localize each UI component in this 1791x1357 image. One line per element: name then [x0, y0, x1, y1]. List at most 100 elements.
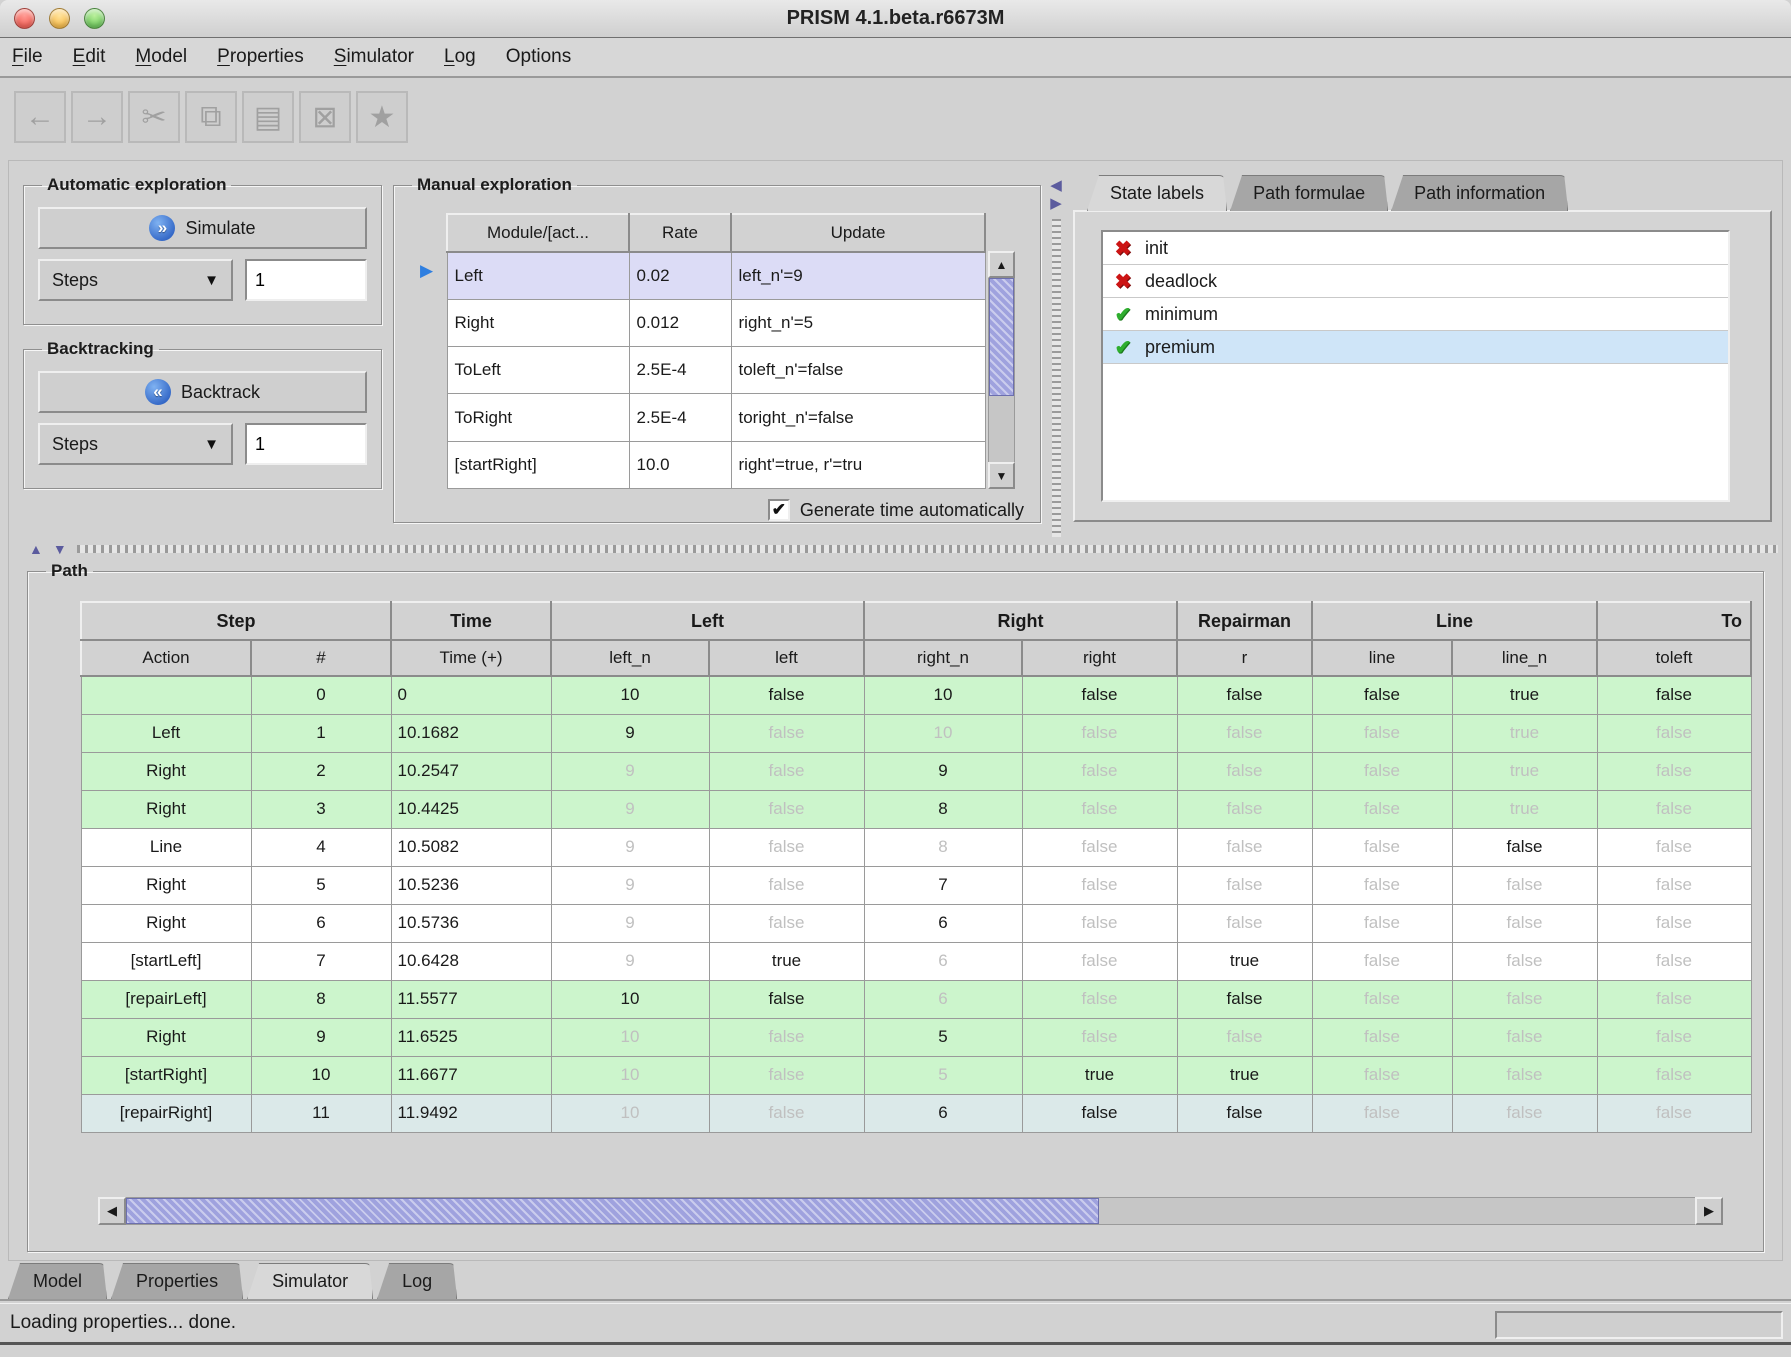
- update-cell: left_n'=9: [731, 252, 985, 299]
- action-cell: Right: [81, 790, 251, 828]
- value-cell: 9: [864, 752, 1022, 790]
- value-cell: false: [709, 828, 864, 866]
- value-cell: false: [1177, 904, 1312, 942]
- value-cell: 9: [551, 828, 709, 866]
- value-cell: false: [1022, 752, 1177, 790]
- tab-model[interactable]: Model: [8, 1263, 107, 1299]
- path-column-header[interactable]: Time (+): [391, 640, 551, 676]
- menu-item-file[interactable]: File: [12, 46, 43, 68]
- path-group-header: Time: [391, 602, 551, 640]
- path-column-header[interactable]: left_n: [551, 640, 709, 676]
- path-table-row[interactable]: Line410.50829false8falsefalsefalsefalsef…: [81, 828, 1751, 866]
- menu-item-options[interactable]: Options: [506, 46, 571, 68]
- delete-icon[interactable]: ⊠: [299, 91, 351, 143]
- backtrack-button[interactable]: « Backtrack: [38, 371, 367, 413]
- value-cell: false: [1597, 828, 1751, 866]
- path-column-header[interactable]: toleft: [1597, 640, 1751, 676]
- collapse-right-icon[interactable]: ▶: [1050, 197, 1062, 211]
- path-table-row[interactable]: Right610.57369false6falsefalsefalsefalse…: [81, 904, 1751, 942]
- scroll-right-icon[interactable]: ▶: [1695, 1197, 1723, 1225]
- minimize-button[interactable]: [49, 8, 70, 29]
- path-table-row[interactable]: [startRight]1011.667710false5truetruefal…: [81, 1056, 1751, 1094]
- scrollbar-thumb[interactable]: [126, 1198, 1099, 1224]
- path-table-row[interactable]: [repairRight]1111.949210false6falsefalse…: [81, 1094, 1751, 1132]
- tab-simulator[interactable]: Simulator: [247, 1263, 373, 1299]
- tab-properties[interactable]: Properties: [111, 1263, 243, 1299]
- collapse-left-icon[interactable]: ◀: [1050, 179, 1062, 193]
- backtrack-steps-count-input[interactable]: [245, 423, 367, 465]
- state-labels-list: ✖init✖deadlock✔minimum✔premium: [1101, 230, 1730, 502]
- value-cell: 6: [864, 942, 1022, 980]
- state-label-item[interactable]: ✖init: [1103, 232, 1728, 265]
- cut-icon[interactable]: ✂: [128, 91, 180, 143]
- path-column-header[interactable]: line: [1312, 640, 1452, 676]
- path-table-row[interactable]: Right911.652510false5falsefalsefalsefals…: [81, 1018, 1751, 1056]
- value-cell: 7: [864, 866, 1022, 904]
- scroll-down-icon[interactable]: ▼: [988, 462, 1015, 489]
- collapse-up-icon[interactable]: ▲: [29, 541, 43, 557]
- value-cell: false: [1597, 676, 1751, 714]
- path-column-header[interactable]: r: [1177, 640, 1312, 676]
- generate-time-checkbox[interactable]: ✔: [768, 499, 790, 521]
- state-label-item[interactable]: ✖deadlock: [1103, 265, 1728, 298]
- action-cell: Line: [81, 828, 251, 866]
- zoom-button[interactable]: [84, 8, 105, 29]
- star-icon[interactable]: ★: [356, 91, 408, 143]
- vertical-splitter[interactable]: ◀ ▶: [1043, 171, 1069, 537]
- tab-state-labels[interactable]: State labels: [1087, 175, 1227, 211]
- action-cell: Right: [81, 866, 251, 904]
- manual-table-row[interactable]: ToLeft2.5E-4toleft_n'=false: [447, 347, 985, 394]
- tab-log[interactable]: Log: [377, 1263, 457, 1299]
- state-label-item[interactable]: ✔minimum: [1103, 298, 1728, 331]
- scrollbar-thumb[interactable]: [989, 278, 1014, 396]
- manual-column-header[interactable]: Update: [731, 214, 985, 252]
- value-cell: false: [1177, 980, 1312, 1018]
- value-cell: false: [1022, 942, 1177, 980]
- tab-path-information[interactable]: Path information: [1391, 175, 1568, 211]
- copy-icon[interactable]: ⧉: [185, 91, 237, 143]
- horizontal-splitter[interactable]: ▲ ▼: [13, 541, 1778, 556]
- path-table-row[interactable]: [repairLeft]811.557710false6falsefalsefa…: [81, 980, 1751, 1018]
- path-column-header[interactable]: Action: [81, 640, 251, 676]
- manual-table-row[interactable]: ToRight2.5E-4toright_n'=false: [447, 394, 985, 441]
- tab-path-formulae[interactable]: Path formulae: [1230, 175, 1388, 211]
- menu-item-simulator[interactable]: Simulator: [334, 46, 414, 68]
- simulate-button[interactable]: » Simulate: [38, 207, 367, 249]
- path-table-row[interactable]: Right510.52369false7falsefalsefalsefalse…: [81, 866, 1751, 904]
- menu-item-model[interactable]: Model: [135, 46, 187, 68]
- path-column-header[interactable]: line_n: [1452, 640, 1597, 676]
- path-table-row[interactable]: Left110.16829false10falsefalsefalsetruef…: [81, 714, 1751, 752]
- backtrack-steps-dropdown[interactable]: Steps ▼: [38, 423, 233, 465]
- close-button[interactable]: [14, 8, 35, 29]
- state-label-item[interactable]: ✔premium: [1103, 331, 1728, 364]
- scroll-up-icon[interactable]: ▲: [988, 251, 1015, 278]
- state-label-name: premium: [1145, 337, 1215, 358]
- action-cell: [startRight]: [81, 1056, 251, 1094]
- path-table-row[interactable]: [startLeft]710.64289true6falsetruefalsef…: [81, 942, 1751, 980]
- manual-column-header[interactable]: Rate: [629, 214, 731, 252]
- path-column-header[interactable]: #: [251, 640, 391, 676]
- collapse-down-icon[interactable]: ▼: [53, 541, 67, 557]
- path-horizontal-scrollbar[interactable]: ◀ ▶: [98, 1197, 1723, 1225]
- forward-arrow-icon[interactable]: →: [71, 91, 123, 143]
- menu-item-properties[interactable]: Properties: [217, 46, 304, 68]
- path-table-row[interactable]: Right310.44259false8falsefalsefalsetruef…: [81, 790, 1751, 828]
- manual-column-header[interactable]: Module/[act...: [447, 214, 629, 252]
- path-column-header[interactable]: left: [709, 640, 864, 676]
- manual-table-row[interactable]: [startRight]10.0right'=true, r'=tru: [447, 441, 985, 488]
- manual-table-row[interactable]: Right0.012right_n'=5: [447, 299, 985, 346]
- manual-table-scrollbar[interactable]: ▲ ▼: [988, 251, 1015, 489]
- steps-count-input[interactable]: [245, 259, 367, 301]
- path-table-row[interactable]: 0010false10falsefalsefalsetruefalse: [81, 676, 1751, 714]
- step-cell: 6: [251, 904, 391, 942]
- menu-item-log[interactable]: Log: [444, 46, 476, 68]
- paste-icon[interactable]: ▤: [242, 91, 294, 143]
- steps-dropdown[interactable]: Steps ▼: [38, 259, 233, 301]
- manual-table-row[interactable]: Left0.02left_n'=9: [447, 252, 985, 299]
- path-column-header[interactable]: right: [1022, 640, 1177, 676]
- path-column-header[interactable]: right_n: [864, 640, 1022, 676]
- path-table-row[interactable]: Right210.25479false9falsefalsefalsetruef…: [81, 752, 1751, 790]
- back-arrow-icon[interactable]: ←: [14, 91, 66, 143]
- menu-item-edit[interactable]: Edit: [73, 46, 106, 68]
- scroll-left-icon[interactable]: ◀: [98, 1197, 126, 1225]
